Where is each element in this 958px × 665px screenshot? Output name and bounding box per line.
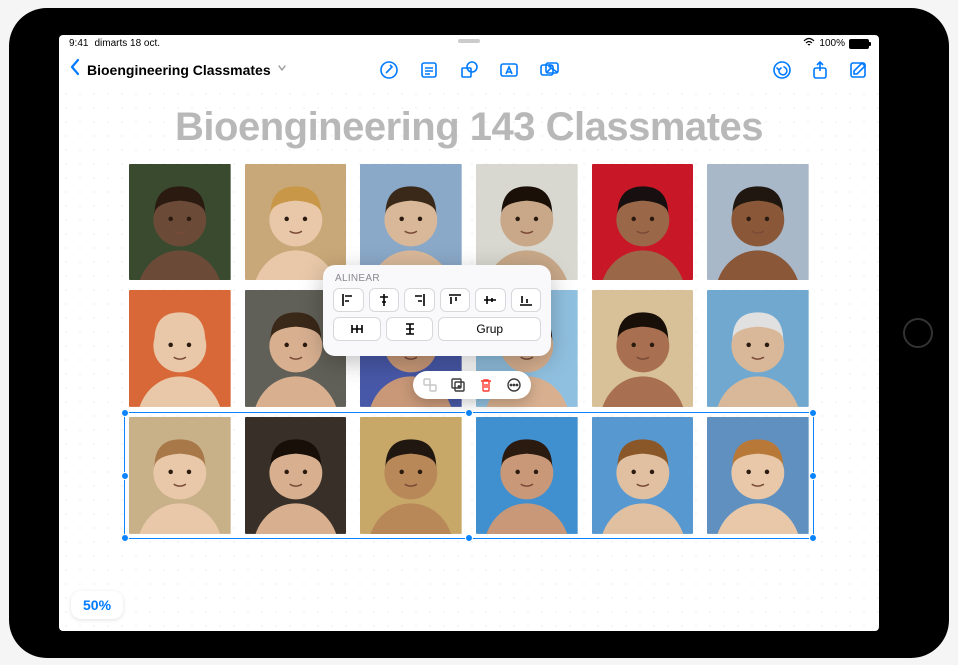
context-toolbar (413, 371, 531, 399)
media-tool-icon[interactable] (538, 59, 560, 81)
selection-handle-ml[interactable] (121, 472, 129, 480)
align-top-button[interactable] (440, 288, 471, 312)
ipad-device-frame: 9:41 dimarts 18 oct. 100% Bioengineering… (9, 8, 949, 658)
sticky-note-tool-icon[interactable] (418, 59, 440, 81)
align-bottom-button[interactable] (511, 288, 542, 312)
classmate-photo[interactable] (129, 290, 231, 407)
selection-handle-br[interactable] (809, 534, 817, 542)
selection-handle-tr[interactable] (809, 409, 817, 417)
share-button[interactable] (809, 59, 831, 81)
classmate-photo[interactable] (360, 164, 462, 281)
battery-icon (849, 39, 869, 49)
home-button[interactable] (903, 318, 933, 348)
more-button[interactable] (505, 376, 523, 394)
undo-button[interactable] (771, 59, 793, 81)
multitask-grabber[interactable] (458, 39, 480, 43)
align-vcenter-button[interactable] (475, 288, 506, 312)
wifi-icon (803, 37, 815, 50)
classmate-photo[interactable] (707, 290, 809, 407)
app-toolbar: Bioengineering Classmates (59, 53, 879, 87)
group-button-label: Grup (476, 322, 503, 336)
status-date: dimarts 18 oct. (94, 38, 160, 49)
draw-tool-icon[interactable] (378, 59, 400, 81)
back-button[interactable] (69, 58, 81, 81)
compose-button[interactable] (847, 59, 869, 81)
align-popover-label: ALINEAR (333, 273, 541, 284)
classmate-photo[interactable] (592, 164, 694, 281)
align-left-button[interactable] (333, 288, 364, 312)
classmate-photo[interactable] (592, 290, 694, 407)
selection-handle-tl[interactable] (121, 409, 129, 417)
shapes-tool-icon[interactable] (458, 59, 480, 81)
duplicate-button[interactable] (449, 376, 467, 394)
classmate-photo[interactable] (707, 417, 809, 534)
document-title[interactable]: Bioengineering Classmates (87, 62, 271, 78)
delete-button[interactable] (477, 376, 495, 394)
board-heading[interactable]: Bioengineering 143 Classmates (59, 105, 879, 150)
align-popover: ALINEAR Grup (323, 265, 551, 356)
classmate-photo[interactable] (476, 417, 578, 534)
align-right-button[interactable] (404, 288, 435, 312)
board-canvas[interactable]: Bioengineering 143 Classmates (59, 87, 879, 631)
classmate-photo[interactable] (360, 417, 462, 534)
align-hcenter-button[interactable] (369, 288, 400, 312)
document-menu-chevron-icon[interactable] (277, 63, 287, 76)
classmate-photo[interactable] (129, 164, 231, 281)
classmate-photo[interactable] (707, 164, 809, 281)
classmate-photo[interactable] (476, 164, 578, 281)
status-time: 9:41 (69, 38, 88, 49)
classmate-photo[interactable] (245, 164, 347, 281)
selection-handle-bl[interactable] (121, 534, 129, 542)
ungroup-button (421, 376, 439, 394)
zoom-level-button[interactable]: 50% (71, 591, 123, 619)
classmate-photo[interactable] (129, 417, 231, 534)
distribute-vertical-button[interactable] (386, 317, 434, 341)
group-button[interactable]: Grup (438, 317, 541, 341)
selection-handle-bc[interactable] (465, 534, 473, 542)
screen: 9:41 dimarts 18 oct. 100% Bioengineering… (59, 35, 879, 631)
classmate-photo[interactable] (245, 417, 347, 534)
classmate-photo[interactable] (592, 417, 694, 534)
distribute-horizontal-button[interactable] (333, 317, 381, 341)
text-tool-icon[interactable] (498, 59, 520, 81)
battery-percent: 100% (819, 38, 845, 49)
selection-handle-mr[interactable] (809, 472, 817, 480)
status-bar: 9:41 dimarts 18 oct. 100% (59, 35, 879, 53)
